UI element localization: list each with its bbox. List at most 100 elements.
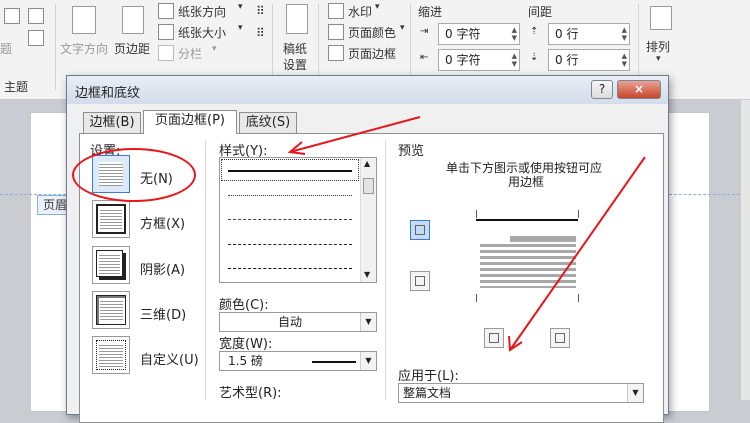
margins-button[interactable]: 页边距 xyxy=(114,40,150,57)
bottom-border-button[interactable] xyxy=(410,271,430,291)
tab-shading[interactable]: 底纹(S) xyxy=(239,112,297,133)
indent-label: 缩进 xyxy=(418,5,443,19)
orientation-button[interactable]: 纸张方向 xyxy=(178,3,226,20)
text-direction-button[interactable]: 文字方向 xyxy=(60,40,108,57)
chevron-down-icon[interactable]: ▾ xyxy=(238,23,243,33)
dialog-titlebar[interactable]: 边框和底纹 ? × xyxy=(67,76,668,104)
color-select[interactable]: 自动 ▼ xyxy=(219,312,377,332)
help-button[interactable]: ? xyxy=(591,80,613,99)
setting-box-label[interactable]: 方框(X) xyxy=(140,213,185,232)
page-color-button[interactable]: 页面颜色 xyxy=(348,24,396,41)
corner-mark xyxy=(476,294,477,302)
watermark-button[interactable]: 水印 xyxy=(348,3,372,20)
chevron-down-icon[interactable]: ▼ xyxy=(364,270,370,279)
scroll-thumb[interactable] xyxy=(363,178,374,194)
style-listbox[interactable]: ▲ ▼ xyxy=(219,157,377,283)
spacing-before-input[interactable]: 0 行 ▲ ▼ xyxy=(548,23,630,45)
color-label: 颜色(C): xyxy=(219,298,269,313)
paper-settings-line1[interactable]: 稿纸 xyxy=(283,40,307,57)
custom-frame xyxy=(96,340,126,370)
paper-size-button[interactable]: 纸张大小 xyxy=(178,24,226,41)
annotation-circle xyxy=(72,148,196,202)
indent-right-input[interactable]: 0 字符 ▲ ▼ xyxy=(438,49,520,71)
width-label: 宽度(W): xyxy=(219,337,273,352)
watermark-icon xyxy=(328,3,344,19)
arrange-icon[interactable] xyxy=(650,6,672,30)
right-border-icon xyxy=(555,333,565,343)
spinner-icon[interactable]: ▲ ▼ xyxy=(622,26,627,42)
theme-icon[interactable] xyxy=(4,8,20,24)
chevron-up-icon[interactable]: ▲ xyxy=(364,159,370,168)
right-border-button[interactable] xyxy=(550,328,570,348)
chevron-down-icon[interactable]: ▾ xyxy=(375,2,380,12)
font-theme-icon[interactable] xyxy=(28,8,44,24)
chevron-down-icon[interactable]: ▾ xyxy=(656,54,661,64)
setting-box-icon[interactable] xyxy=(92,200,130,238)
paper-size-icon xyxy=(158,24,174,40)
setting-3d-icon[interactable] xyxy=(92,291,130,329)
width-select[interactable]: 1.5 磅 ▼ xyxy=(219,351,377,371)
preview-label: 预览 xyxy=(398,144,425,159)
spacing-after-input[interactable]: 0 行 ▲ ▼ xyxy=(548,49,630,71)
spinner-icon[interactable]: ▲ ▼ xyxy=(512,26,517,42)
header-boundary xyxy=(669,194,740,195)
page-color-icon xyxy=(328,24,344,40)
preview-text-line xyxy=(510,236,576,242)
apply-to-label: 应用于(L): xyxy=(398,369,459,384)
corner-mark xyxy=(476,210,477,218)
theme-title-fragment: 题 xyxy=(0,42,13,56)
text-direction-icon[interactable] xyxy=(72,6,96,34)
setting-shadow-icon[interactable] xyxy=(92,246,130,284)
lines-pattern xyxy=(99,343,123,367)
paper-settings-line2[interactable]: 设置 xyxy=(283,56,307,73)
style-dash-dot[interactable] xyxy=(228,268,352,269)
art-label: 艺术型(R): xyxy=(219,386,282,401)
top-border-button[interactable] xyxy=(410,220,430,240)
setting-custom-icon[interactable] xyxy=(92,336,130,374)
chevron-down-icon[interactable]: ▼ xyxy=(627,384,643,402)
arrange-button[interactable]: 排列 xyxy=(646,38,670,55)
setting-custom-label[interactable]: 自定义(U) xyxy=(140,349,199,368)
vertical-scrollbar[interactable] xyxy=(740,100,750,400)
setting-3d-label[interactable]: 三维(D) xyxy=(140,304,186,323)
box-frame xyxy=(96,204,126,234)
line-numbers-icon[interactable]: ⠿ xyxy=(256,26,265,40)
preview-hint-line2: 用边框 xyxy=(508,175,545,189)
close-button[interactable]: × xyxy=(617,80,661,99)
chevron-down-icon[interactable]: ▾ xyxy=(400,23,405,33)
style-dashed-small[interactable] xyxy=(228,219,352,220)
divider xyxy=(385,140,386,400)
indent-left-input[interactable]: 0 字符 ▲ ▼ xyxy=(438,23,520,45)
columns-icon xyxy=(158,45,174,61)
top-border-icon xyxy=(415,225,425,235)
columns-button[interactable]: 分栏 xyxy=(178,45,202,62)
left-border-icon xyxy=(489,333,499,343)
style-scrollbar[interactable]: ▲ ▼ xyxy=(360,158,376,282)
corner-mark xyxy=(578,294,579,302)
color-value: 自动 xyxy=(278,315,303,329)
effect-theme-icon[interactable] xyxy=(28,30,44,46)
tab-page-border[interactable]: 页面边框(P) xyxy=(143,110,237,134)
paper-settings-icon[interactable] xyxy=(286,4,308,34)
preview-area[interactable] xyxy=(462,208,590,304)
style-dotted[interactable] xyxy=(228,195,352,196)
chevron-down-icon[interactable]: ▼ xyxy=(360,313,376,331)
setting-shadow-label[interactable]: 阴影(A) xyxy=(140,259,185,278)
style-solid[interactable] xyxy=(228,170,352,172)
width-line-sample xyxy=(312,361,356,363)
chevron-down-icon[interactable]: ▼ xyxy=(360,352,376,370)
chevron-down-icon[interactable]: ▾ xyxy=(238,2,243,12)
preview-text-block xyxy=(480,244,576,288)
page-borders-button[interactable]: 页面边框 xyxy=(348,45,396,62)
3d-frame xyxy=(96,295,126,325)
chevron-down-icon[interactable]: ▾ xyxy=(212,44,217,54)
spacing-label: 间距 xyxy=(528,5,553,19)
style-dashed[interactable] xyxy=(228,244,352,245)
spinner-icon[interactable]: ▲ ▼ xyxy=(622,52,627,68)
breaks-icon[interactable]: ⠿ xyxy=(256,4,265,18)
apply-to-select[interactable]: 整篇文档 ▼ xyxy=(398,383,644,403)
margins-icon[interactable] xyxy=(122,6,144,34)
left-border-button[interactable] xyxy=(484,328,504,348)
spinner-icon[interactable]: ▲ ▼ xyxy=(512,52,517,68)
tab-borders[interactable]: 边框(B) xyxy=(83,112,141,133)
